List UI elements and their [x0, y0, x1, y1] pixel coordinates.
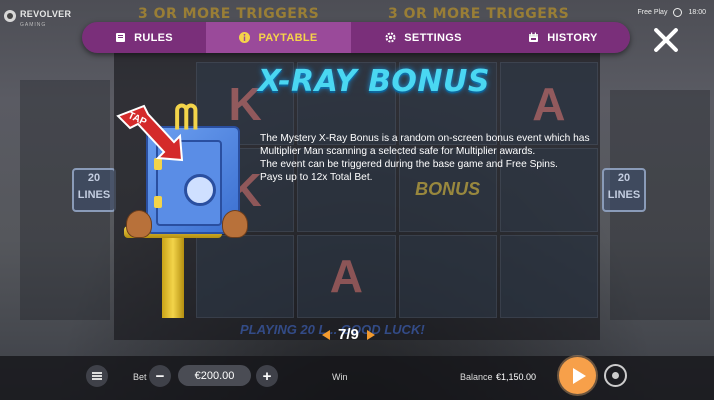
play-mode: Free Play — [637, 9, 668, 16]
book-icon — [115, 32, 126, 43]
tab-history-label: HISTORY — [547, 31, 598, 44]
reel-symbol: A — [297, 234, 396, 318]
hinge — [154, 196, 162, 208]
safe-dial-icon — [184, 174, 216, 206]
brand-subtitle: GAMING — [20, 22, 47, 28]
money-bag-icon — [126, 210, 152, 238]
xray-bonus-illustration: ᗰ TAP — [110, 98, 260, 318]
close-icon[interactable] — [650, 24, 682, 56]
description-paragraph: The Mystery X-Ray Bonus is a random on-s… — [260, 133, 590, 157]
minus-icon: − — [155, 367, 165, 385]
tab-settings[interactable]: SETTINGS — [351, 22, 496, 53]
lines-badge-right: 20 LINES — [602, 168, 646, 212]
feature-description: The Mystery X-Ray Bonus is a random on-s… — [260, 132, 602, 184]
page-pager: 7/9 — [322, 326, 375, 343]
bet-label: Bet — [133, 372, 147, 382]
tab-settings-label: SETTINGS — [404, 31, 462, 44]
revolver-logo-icon — [4, 10, 16, 22]
tab-rules-label: RULES — [134, 31, 173, 44]
menu-tab-bar: RULES PAYTABLE SETTINGS HISTORY — [82, 22, 630, 53]
gear-icon — [385, 32, 396, 43]
page-indicator: 7/9 — [338, 326, 359, 343]
reel-symbol — [398, 234, 497, 318]
bet-amount: €200.00 — [178, 365, 251, 386]
clock-time: 18:00 — [688, 9, 706, 16]
brand-logo: REVOLVER GAMING — [4, 4, 71, 28]
calendar-icon — [528, 32, 539, 43]
tab-history[interactable]: HISTORY — [496, 22, 630, 53]
plus-icon: + — [262, 367, 272, 385]
status-bar: Free Play 18:00 — [637, 8, 706, 17]
clock-icon — [673, 8, 683, 17]
reel-symbol — [499, 234, 598, 318]
autoplay-button[interactable] — [604, 364, 627, 387]
play-icon — [572, 367, 586, 384]
menu-button[interactable] — [86, 365, 108, 387]
balance-label: Balance — [460, 372, 493, 382]
background-banner-right: 3 OR MORE TRIGGERS — [388, 6, 570, 22]
info-icon — [239, 32, 251, 43]
balance-value: €1,150.00 — [496, 372, 537, 382]
page-title: X-RAY BONUS — [258, 64, 491, 99]
brand-name: REVOLVER — [20, 9, 72, 19]
previous-page-arrow-icon[interactable] — [322, 329, 330, 340]
tab-paytable[interactable]: PAYTABLE — [206, 22, 351, 53]
next-page-arrow-icon[interactable] — [366, 329, 375, 340]
hamburger-icon — [92, 372, 102, 380]
decrease-bet-button[interactable]: − — [149, 365, 171, 387]
tab-paytable-label: PAYTABLE — [258, 31, 318, 44]
description-paragraph: The event can be triggered during the ba… — [260, 159, 558, 170]
tap-arrow-icon: TAP — [116, 104, 184, 162]
money-bag-icon — [222, 210, 248, 238]
background-banner-left: 3 OR MORE TRIGGERS — [138, 6, 320, 22]
safe-pole — [162, 230, 184, 318]
description-paragraph: Pays up to 12x Total Bet. — [260, 172, 373, 183]
win-label: Win — [332, 372, 348, 382]
spin-button[interactable] — [559, 357, 596, 394]
increase-bet-button[interactable]: + — [256, 365, 278, 387]
tab-rules[interactable]: RULES — [82, 22, 206, 53]
